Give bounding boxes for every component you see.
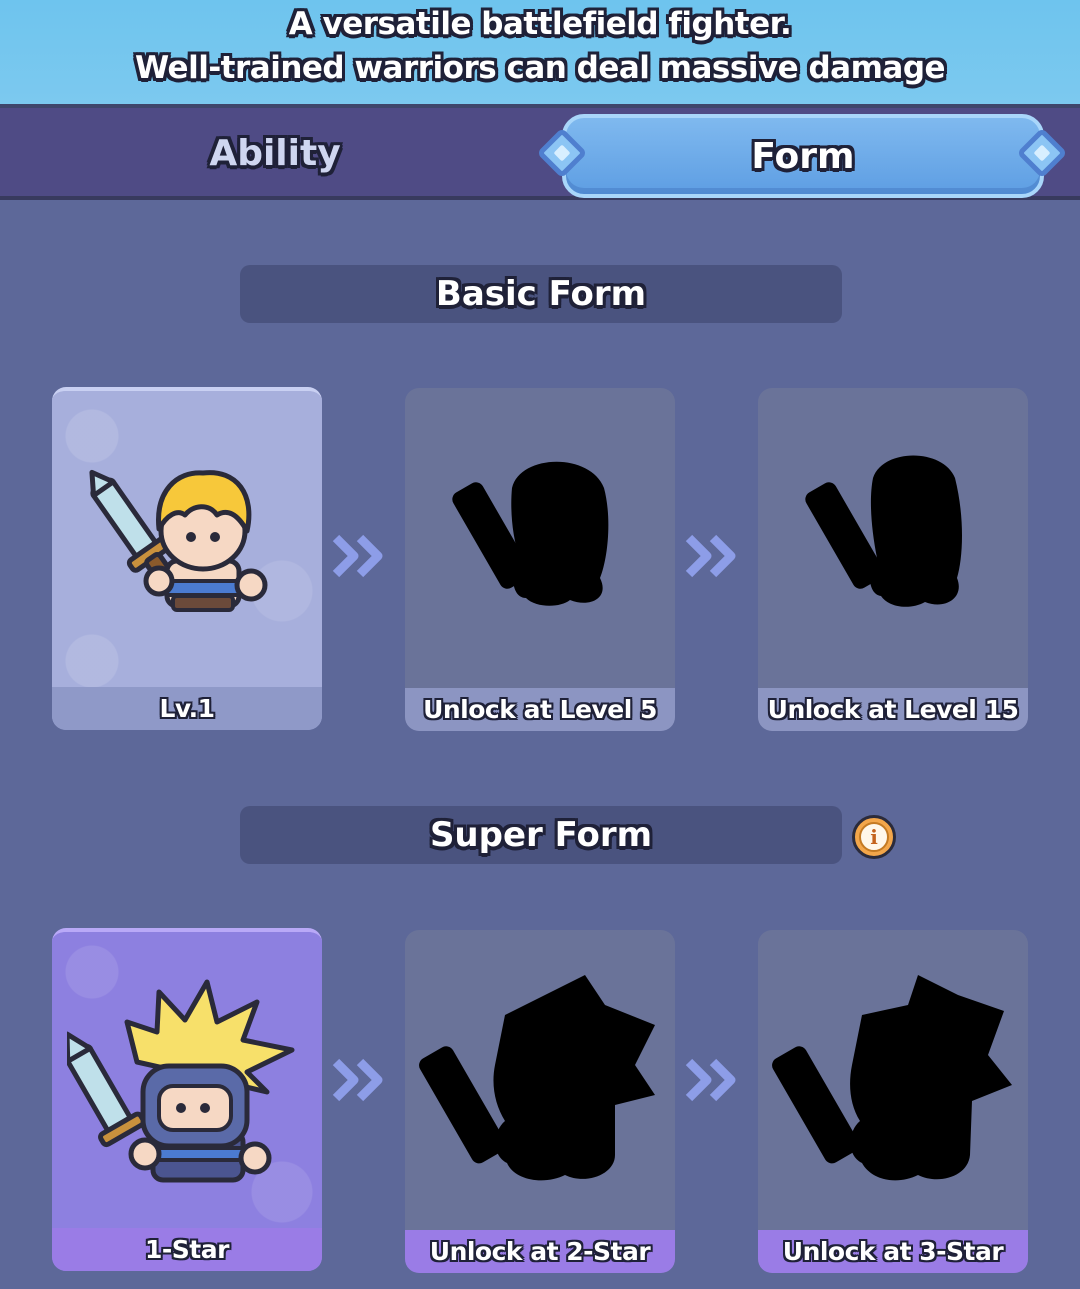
- locked-silhouette: [405, 930, 675, 1230]
- super-form-card-3[interactable]: Unlock at 3-Star: [758, 930, 1028, 1273]
- locked-silhouette: [405, 388, 675, 688]
- basic-form-card-3[interactable]: Unlock at Level 15: [758, 388, 1028, 731]
- super-form-card-2[interactable]: Unlock at 2-Star: [405, 930, 675, 1273]
- warrior-super-icon: [67, 979, 295, 1183]
- tab-form[interactable]: Form: [562, 114, 1044, 198]
- super-form-card-3-label: Unlock at 3-Star: [758, 1230, 1028, 1273]
- super-form-card-1-label: 1-Star: [52, 1228, 322, 1271]
- super-form-title: Super Form: [240, 806, 842, 864]
- super-warrior-portrait: [52, 932, 322, 1232]
- tab-ability[interactable]: Ability: [150, 118, 400, 188]
- description-line-2: Well-trained warriors can deal massive d…: [134, 50, 946, 86]
- description-line-1: A versatile battlefield fighter.: [288, 6, 792, 42]
- basic-warrior-portrait: [52, 391, 322, 691]
- locked-warrior-silhouette-icon: [452, 461, 609, 606]
- info-icon[interactable]: i: [852, 815, 896, 859]
- basic-form-card-1-label: Lv.1: [52, 687, 322, 730]
- basic-form-card-2[interactable]: Unlock at Level 5: [405, 388, 675, 731]
- chevron-right-icon: [332, 1058, 392, 1102]
- tab-bar: Ability Form: [0, 108, 1080, 200]
- basic-form-card-3-label: Unlock at Level 15: [758, 688, 1028, 731]
- super-form-card-2-label: Unlock at 2-Star: [405, 1230, 675, 1273]
- basic-form-title: Basic Form: [240, 265, 842, 323]
- locked-silhouette: [758, 388, 1028, 688]
- description-header: A versatile battlefield fighter. Well-tr…: [0, 0, 1080, 108]
- basic-form-card-2-label: Unlock at Level 5: [405, 688, 675, 731]
- basic-form-card-1[interactable]: Lv.1: [52, 387, 322, 730]
- warrior-basic-icon: [89, 469, 268, 612]
- locked-warrior-silhouette-icon: [419, 975, 655, 1181]
- chevron-right-icon: [332, 534, 392, 578]
- chevron-right-icon: [685, 534, 745, 578]
- locked-silhouette: [758, 930, 1028, 1230]
- locked-warrior-silhouette-icon: [805, 455, 962, 607]
- chevron-right-icon: [685, 1058, 745, 1102]
- super-form-card-1[interactable]: 1-Star: [52, 928, 322, 1271]
- locked-warrior-silhouette-icon: [772, 975, 1012, 1181]
